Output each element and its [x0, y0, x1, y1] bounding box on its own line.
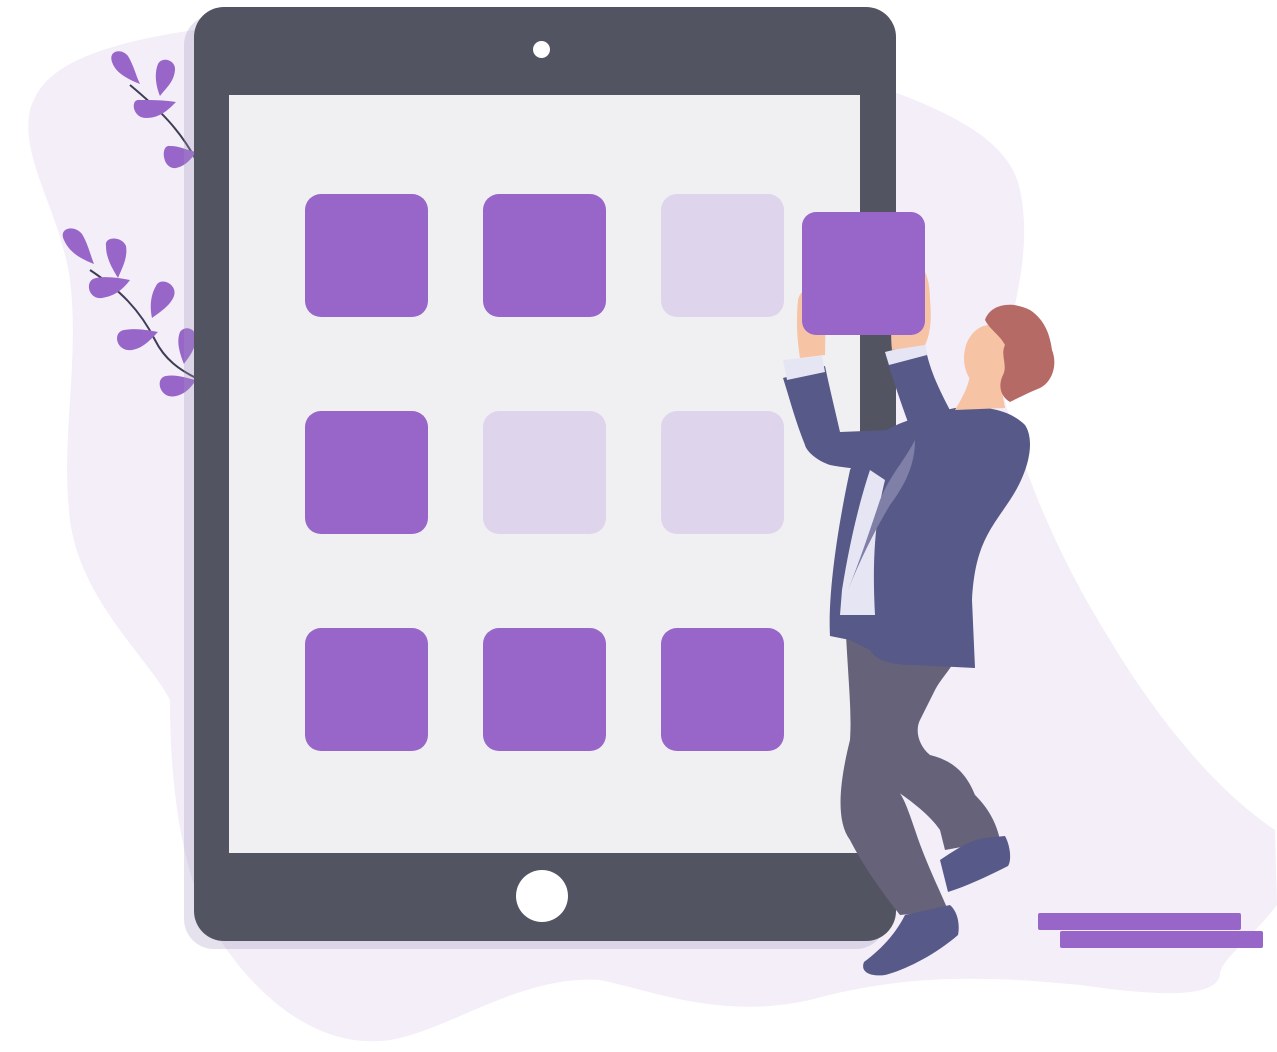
- illustration-scene: [0, 0, 1277, 1052]
- person-illustration: [783, 262, 1055, 976]
- floor-platform-bottom: [1060, 931, 1263, 948]
- floor-platform-top: [1038, 913, 1241, 930]
- held-app-tile[interactable]: [802, 212, 925, 335]
